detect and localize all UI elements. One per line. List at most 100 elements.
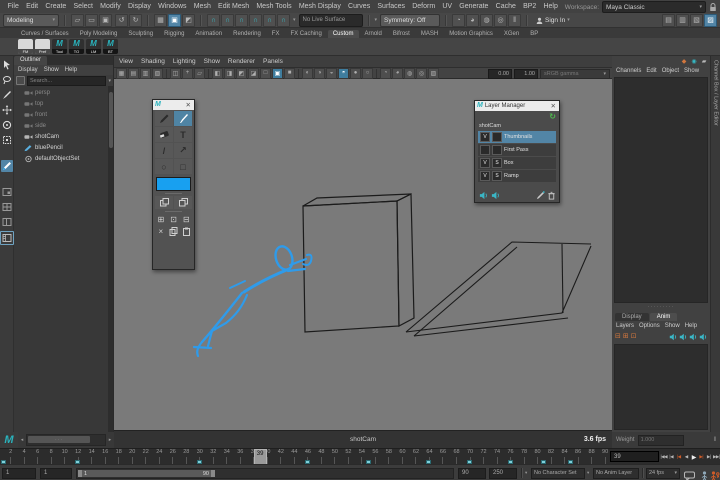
shelf-tab[interactable]: Motion Graphics [444,30,498,38]
solo-layer-icon[interactable] [699,333,707,341]
channel-box-menu-item[interactable]: Channels [616,68,641,74]
pause-viewport-icon[interactable]: ‖ [508,14,521,27]
symmetry-dropdown[interactable]: Symmetry: Off [380,14,440,27]
range-slider-track[interactable]: 1 90 [76,468,454,479]
outliner-item[interactable]: shotCam [14,131,108,142]
auto-keyframe-toggle-icon[interactable] [709,468,720,480]
ipr-render-icon[interactable]: ◍ [480,14,493,27]
undo-icon[interactable]: ↺ [115,14,128,27]
snap-to-grid-icon[interactable]: ∩ [207,14,220,27]
ellipse-tool-button[interactable]: ○ [155,159,173,174]
grease-pencil-icon[interactable]: ▱ [194,68,205,79]
shelf-button-lm[interactable]: M LM [86,39,101,54]
speaker-icon[interactable] [479,191,488,200]
toolbox-title-bar[interactable]: M ✕ [153,100,194,110]
layer-editor-tab[interactable]: Anim [650,313,678,321]
channel-box-menu-item[interactable]: Object [662,68,679,74]
wireframe-icon[interactable]: ◐ [302,68,313,79]
layer-row[interactable]: V S Box [478,157,556,169]
search-input[interactable]: Search... [27,76,106,86]
outliner-tab[interactable]: Outliner [14,56,47,65]
ambient-occlusion-icon[interactable]: ○ [362,68,373,79]
play-backwards-button[interactable]: ◀ [683,454,691,460]
shelf-tab[interactable]: FX [267,30,285,38]
outliner-item[interactable]: top [14,98,108,109]
script-editor-icon[interactable] [684,468,695,480]
visibility-toggle[interactable]: V [480,171,490,181]
four-pane-layout-button[interactable] [1,201,13,213]
shelf-tab[interactable]: FX Caching [285,30,326,38]
scroll-right-icon[interactable]: ▸ [107,437,113,443]
trash-icon[interactable] [547,191,556,200]
copy-frame-button[interactable] [168,226,180,237]
shelf-tab[interactable]: BP [525,30,543,38]
lasso-tool-button[interactable] [1,74,13,86]
speaker-icon[interactable] [491,191,500,200]
shelf-button-to[interactable]: M TO [69,39,84,54]
shelf-tab[interactable]: XGen [499,30,524,38]
menu-item[interactable]: Surfaces [374,3,409,10]
zero-key-layer-icon[interactable] [669,333,677,341]
snap-to-view-icon[interactable]: ∩ [263,14,276,27]
outliner-item[interactable]: side [14,120,108,131]
outliner-menu-item[interactable]: Help [65,67,77,73]
menu-set-dropdown[interactable]: Modeling▾ [3,14,59,27]
snap-to-curve-icon[interactable]: ∩ [221,14,234,27]
lock-icon[interactable] [709,3,717,12]
animation-start-field[interactable]: 1 [2,468,36,479]
duplicate-frame-icon[interactable]: ⊡ [168,214,180,225]
gamma-field[interactable]: 1.00 [514,69,538,79]
gate-mask-icon[interactable]: ◪ [248,68,259,79]
field-chart-icon[interactable]: □ [260,68,271,79]
select-object-icon[interactable]: ▣ [168,14,181,27]
solo-toggle[interactable]: S [492,171,502,181]
shelf-tab[interactable]: Poly Modeling [75,30,123,38]
camera-attributes-icon[interactable]: ▥ [140,68,151,79]
visibility-toggle[interactable]: V [480,132,490,142]
menu-item[interactable]: Generate [456,3,492,10]
scrollbar-track[interactable]: ··· [26,434,106,446]
step-back-key-button[interactable]: |◀ [675,454,683,460]
menu-item[interactable]: Mesh [190,3,214,10]
symmetry-icon[interactable]: ◉ [690,57,698,65]
range-slider-bar[interactable]: 1 90 [78,470,215,477]
shelf-tab[interactable]: Arnold [360,30,387,38]
mute-layer-icon[interactable] [689,333,697,341]
outliner-hscrollbar[interactable]: ◂ ··· ▸ [18,432,114,448]
rotate-tool-button[interactable] [1,119,13,131]
channel-edit-icon[interactable]: ▰ [700,57,708,65]
shelf-button-tool[interactable]: M Tool [52,39,67,54]
playback-end-field[interactable]: 90 [458,468,486,479]
render-settings-icon[interactable]: ◎ [494,14,507,27]
viewport-bar-icon[interactable] [298,69,299,78]
chevron-down-icon[interactable]: ▾ [108,78,111,84]
layer-editor-tab[interactable]: Display [615,313,649,321]
tool-settings-toggle-icon[interactable]: ▧ [690,14,703,27]
viewport-menu-item[interactable]: Renderer [228,58,255,65]
layer-editor-menu-item[interactable]: Help [685,323,697,329]
channel-box-menu-item[interactable]: Edit [646,68,656,74]
paint-select-tool-button[interactable] [1,89,13,101]
step-back-frame-button[interactable]: |◀ [668,454,676,460]
viewport-menu-item[interactable]: Show [204,58,220,65]
film-gate-icon[interactable]: ◨ [224,68,235,79]
shelf-tab[interactable]: Bifrost [388,30,415,38]
menu-item[interactable]: Help [540,3,562,10]
go-to-start-button[interactable]: |◀◀ [660,454,668,460]
viewport-menu-item[interactable]: Shading [141,58,165,65]
scroll-left-icon[interactable]: ◂ [19,437,25,443]
text-tool-button[interactable]: T [174,127,192,142]
layer-row[interactable]: V S Ramp [478,170,556,182]
solo-toggle[interactable] [492,132,502,142]
menu-item[interactable]: Mesh Display [295,3,344,10]
shelf-button-pref[interactable]: Pref [35,39,50,54]
anim-layer-list[interactable] [614,344,708,430]
rectangle-tool-button[interactable]: □ [174,159,192,174]
grid-icon[interactable]: ◧ [212,68,223,79]
timeline-current-frame[interactable]: 39 [254,449,267,465]
delete-strokes-button[interactable]: × [155,226,167,237]
range-handle-right[interactable] [211,470,215,477]
viewport-menu-item[interactable]: Panels [263,58,283,65]
two-d-pan-zoom-icon[interactable]: + [182,68,193,79]
snap-to-plane-icon[interactable]: ∩ [249,14,262,27]
